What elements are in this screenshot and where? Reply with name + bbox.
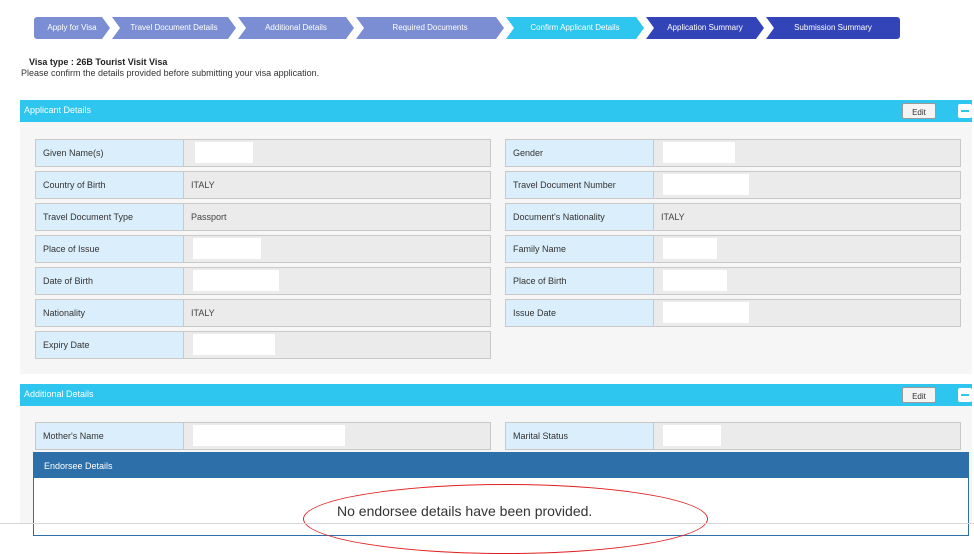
field-label: Date of Birth [36,268,184,294]
field-place-of-issue: Place of Issue [35,235,491,263]
field-label: Travel Document Number [506,172,654,198]
step-submission-summary: Submission Summary [766,17,900,39]
section-title: Endorsee Details [44,461,113,471]
redacted-value [663,142,735,163]
redacted-value [663,425,721,446]
visa-type-label: Visa type : 26B Tourist Visit Visa [29,57,168,67]
field-label: Document's Nationality [506,204,654,230]
wizard-steps: Apply for Visa Travel Document Details A… [34,17,900,39]
redacted-value [663,174,749,195]
field-mothers-name: Mother's Name [35,422,491,450]
section-title: Applicant Details [24,105,92,115]
step-application-summary: Application Summary [646,17,764,39]
redacted-value [663,302,749,323]
redacted-value [663,238,717,259]
field-given-names: Given Name(s) [35,139,491,167]
field-value: ITALY [191,308,215,318]
field-label: Family Name [506,236,654,262]
step-additional-details[interactable]: Additional Details [238,17,354,39]
field-label: Issue Date [506,300,654,326]
field-travel-document-number: Travel Document Number [505,171,961,199]
field-date-of-birth: Date of Birth [35,267,491,295]
redacted-value [193,334,275,355]
field-travel-document-type: Travel Document Type Passport [35,203,491,231]
field-nationality: Nationality ITALY [35,299,491,327]
field-issue-date: Issue Date [505,299,961,327]
field-label: Expiry Date [36,332,184,358]
field-label: Place of Birth [506,268,654,294]
field-value: ITALY [191,180,215,190]
step-required-documents[interactable]: Required Documents [356,17,504,39]
divider [0,523,974,524]
field-label: Travel Document Type [36,204,184,230]
field-gender: Gender [505,139,961,167]
field-label: Given Name(s) [36,140,184,166]
applicant-details-header: Applicant Details Edit [20,100,972,122]
endorsee-details-header: Endorsee Details [34,453,968,478]
field-label: Mother's Name [36,423,184,449]
field-label: Nationality [36,300,184,326]
step-confirm-applicant-details[interactable]: Confirm Applicant Details [506,17,644,39]
field-country-of-birth: Country of Birth ITALY [35,171,491,199]
applicant-details-panel: Given Name(s) Country of Birth ITALY Tra… [20,122,972,374]
redacted-value [195,142,253,163]
intro-text: Please confirm the details provided befo… [21,68,320,78]
field-label: Gender [506,140,654,166]
field-expiry-date: Expiry Date [35,331,491,359]
field-marital-status: Marital Status [505,422,961,450]
redacted-value [193,425,345,446]
edit-applicant-button[interactable]: Edit [902,103,936,119]
field-label: Marital Status [506,423,654,449]
edit-additional-button[interactable]: Edit [902,387,936,403]
redacted-value [663,270,727,291]
step-travel-document-details[interactable]: Travel Document Details [112,17,236,39]
additional-details-header: Additional Details Edit [20,384,972,406]
step-apply-for-visa[interactable]: Apply for Visa [34,17,110,39]
redacted-value [193,238,261,259]
field-label: Place of Issue [36,236,184,262]
collapse-icon[interactable] [958,388,972,402]
collapse-icon[interactable] [958,104,972,118]
field-documents-nationality: Document's Nationality ITALY [505,203,961,231]
highlight-oval [303,484,708,554]
field-value: ITALY [661,212,685,222]
redacted-value [193,270,279,291]
field-family-name: Family Name [505,235,961,263]
field-value: Passport [191,212,227,222]
field-label: Country of Birth [36,172,184,198]
section-title: Additional Details [24,389,94,399]
field-place-of-birth: Place of Birth [505,267,961,295]
